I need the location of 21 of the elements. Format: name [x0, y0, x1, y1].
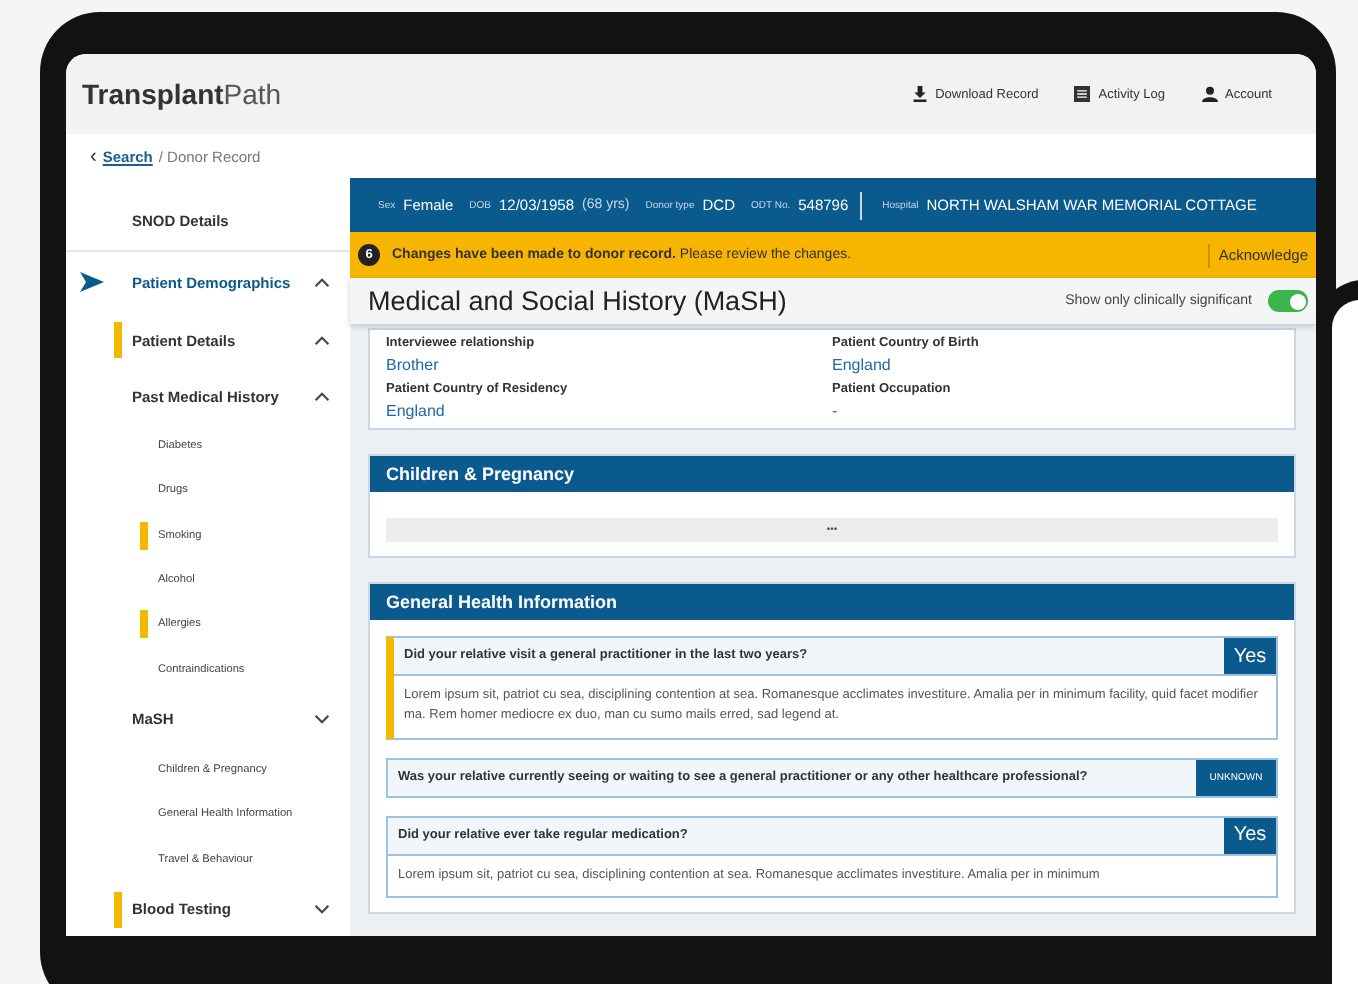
- field-value: England: [386, 402, 447, 420]
- list-icon: [1074, 86, 1091, 102]
- chevron-down-icon: [314, 714, 330, 725]
- field-value: -: [832, 402, 840, 420]
- section-title: Medical and Social History (MaSH): [368, 286, 787, 316]
- pointer-arrow-icon: [80, 272, 104, 292]
- download-icon: [911, 86, 928, 102]
- app-logo: TransplantPath: [82, 78, 282, 110]
- field-value: England: [832, 356, 893, 374]
- chevron-up-icon: [314, 277, 330, 287]
- answer-badge: Yes: [1224, 638, 1276, 674]
- panel-title: General Health Information: [370, 584, 1294, 620]
- toggle-switch[interactable]: [1268, 290, 1308, 312]
- panel-title: Children & Pregnancy: [370, 456, 1294, 492]
- person-icon: [1201, 86, 1217, 102]
- back-chevron-icon: ‹: [90, 145, 97, 167]
- chevron-up-icon: [314, 391, 330, 401]
- chevron-down-icon: [314, 904, 330, 915]
- field-value: Brother: [386, 356, 441, 374]
- answer-badge: Yes: [1224, 817, 1276, 854]
- chevron-up-icon: [314, 335, 330, 345]
